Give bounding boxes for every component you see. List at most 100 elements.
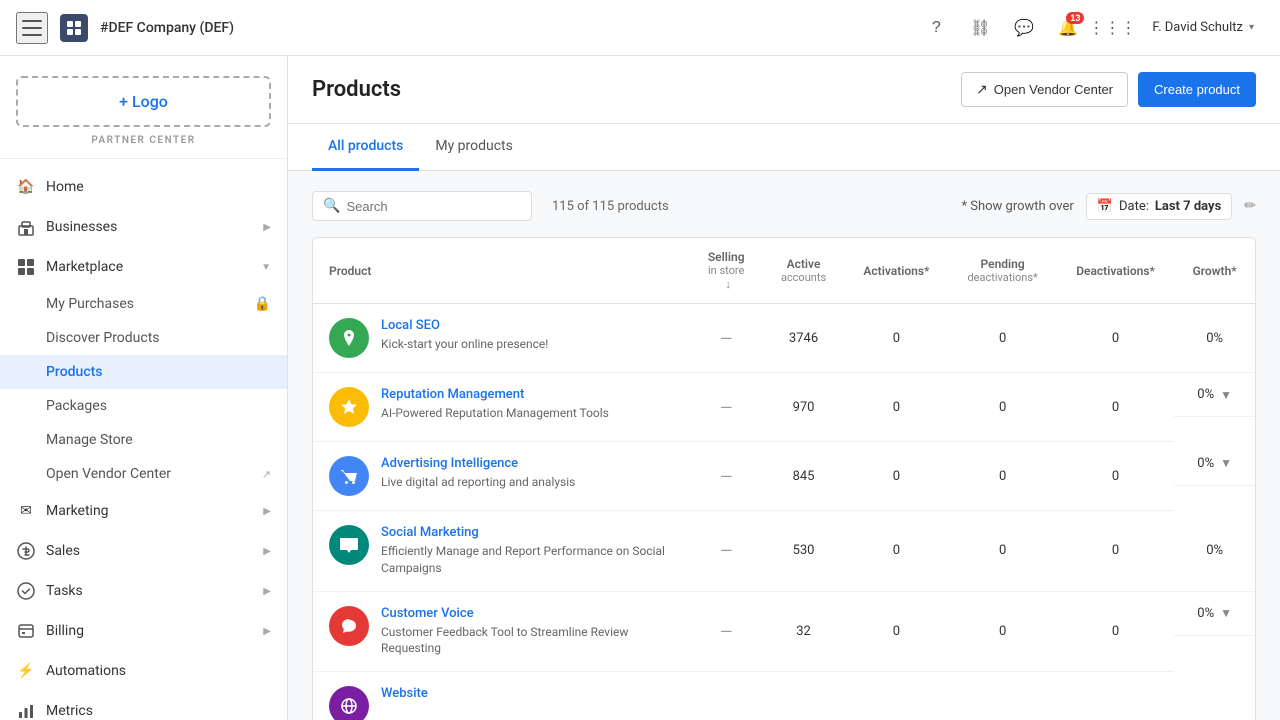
product-name-local-seo[interactable]: Local SEO: [381, 318, 548, 333]
app-logo-icon: [60, 14, 88, 42]
sidebar-item-marketplace[interactable]: Marketplace ▼: [0, 247, 287, 287]
search-input[interactable]: [346, 199, 521, 214]
product-name-customer-voice[interactable]: Customer Voice: [381, 606, 674, 621]
lock-icon: 🔒: [254, 296, 271, 312]
sidebar: + Logo PARTNER CENTER 🏠 Home Businesses …: [0, 56, 288, 720]
col-growth: Growth*: [1174, 238, 1255, 304]
expand-icon[interactable]: ▼: [1220, 456, 1232, 470]
sidebar-item-sales[interactable]: Sales ▶: [0, 531, 287, 571]
activations-website: [844, 672, 948, 720]
product-icon-customer-voice: [329, 606, 369, 646]
product-name-reputation[interactable]: Reputation Management: [381, 387, 609, 402]
topbar-icons: ? ⛓ 💬 🔔 13 ⋮⋮⋮: [918, 10, 1130, 46]
topbar: #DEF Company (DEF) ? ⛓ 💬 🔔 13 ⋮⋮⋮ F. Dav…: [0, 0, 1280, 56]
sidebar-item-metrics[interactable]: Metrics: [0, 691, 287, 720]
user-name: F. David Schultz: [1152, 20, 1243, 35]
sidebar-item-packages[interactable]: Packages: [0, 389, 287, 423]
product-count: 115 of 115 products: [552, 199, 669, 214]
deactivations-advertising: 0: [1057, 442, 1174, 511]
product-name-website[interactable]: Website: [381, 686, 428, 701]
external-link-icon: ↗: [262, 468, 271, 481]
open-vendor-center-label: Open Vendor Center: [46, 466, 171, 482]
expand-icon[interactable]: ▼: [1220, 388, 1232, 402]
create-product-button[interactable]: Create product: [1138, 72, 1256, 107]
sidebar-label-sales: Sales: [46, 543, 253, 559]
user-menu[interactable]: F. David Schultz ▾: [1142, 14, 1264, 41]
product-icon-reputation: [329, 387, 369, 427]
apps-button[interactable]: ⋮⋮⋮: [1094, 10, 1130, 46]
deactivations-social: 0: [1057, 511, 1174, 592]
link-button[interactable]: ⛓: [962, 10, 998, 46]
businesses-arrow-icon: ▶: [263, 222, 271, 233]
growth-local-seo: 0%: [1174, 304, 1255, 373]
product-name-advertising[interactable]: Advertising Intelligence: [381, 456, 575, 471]
page-title: Products: [312, 77, 401, 102]
date-filter-button[interactable]: 📅 Date: Last 7 days: [1086, 193, 1232, 220]
products-table: Product Selling in store ↓: [313, 238, 1255, 720]
edit-icon[interactable]: ✏: [1244, 198, 1256, 214]
active-accounts-local-seo: 3746: [763, 304, 845, 373]
marketing-arrow-icon: ▶: [263, 506, 271, 517]
expand-icon[interactable]: ▼: [1220, 606, 1232, 620]
tab-all-products[interactable]: All products: [312, 124, 419, 171]
deactivations-local-seo: 0: [1057, 304, 1174, 373]
sidebar-item-automations[interactable]: ⚡ Automations: [0, 651, 287, 691]
tab-my-products[interactable]: My products: [419, 124, 529, 171]
sidebar-item-marketing[interactable]: ✉ Marketing ▶: [0, 491, 287, 531]
table-row: Advertising Intelligence Live digital ad…: [313, 442, 1255, 511]
product-name-social[interactable]: Social Marketing: [381, 525, 674, 540]
sidebar-item-tasks[interactable]: Tasks ▶: [0, 571, 287, 611]
sidebar-label-home: Home: [46, 179, 271, 195]
layout: + Logo PARTNER CENTER 🏠 Home Businesses …: [0, 56, 1280, 720]
sidebar-item-home[interactable]: 🏠 Home: [0, 167, 287, 207]
notification-button[interactable]: 🔔 13: [1050, 10, 1086, 46]
activations-customer-voice: 0: [844, 591, 948, 672]
sidebar-label-marketplace: Marketplace: [46, 259, 251, 275]
notification-badge: 13: [1066, 12, 1084, 24]
sidebar-item-products[interactable]: Products: [0, 355, 287, 389]
product-desc-reputation: AI-Powered Reputation Management Tools: [381, 406, 609, 420]
activations-social: 0: [844, 511, 948, 592]
active-accounts-social: 530: [763, 511, 845, 592]
sidebar-item-open-vendor-center[interactable]: Open Vendor Center ↗: [0, 457, 287, 491]
col-accounts-label: accounts: [779, 271, 829, 284]
sort-icon[interactable]: ↓: [725, 277, 731, 291]
growth-advertising: 0% ▼: [1174, 442, 1255, 486]
content-area: 🔍 115 of 115 products * Show growth over…: [288, 171, 1280, 720]
growth-customer-voice: 0% ▼: [1174, 592, 1255, 636]
apps-icon: ⋮⋮⋮: [1088, 18, 1136, 38]
sidebar-item-discover-products[interactable]: Discover Products: [0, 321, 287, 355]
active-accounts-website: [763, 672, 845, 720]
hamburger-button[interactable]: [16, 12, 48, 44]
tabs: All products My products: [288, 124, 1280, 171]
pending-local-seo: 0: [948, 304, 1057, 373]
product-icon-advertising: [329, 456, 369, 496]
help-button[interactable]: ?: [918, 10, 954, 46]
col-activations: Activations*: [844, 238, 948, 304]
selling-reputation: —: [690, 373, 763, 442]
sidebar-item-billing[interactable]: Billing ▶: [0, 611, 287, 651]
activations-advertising: 0: [844, 442, 948, 511]
link-icon: ⛓: [970, 18, 990, 38]
col-deactivations-label: Deactivations*: [1076, 264, 1155, 278]
sidebar-item-businesses[interactable]: Businesses ▶: [0, 207, 287, 247]
col-growth-label: Growth*: [1193, 264, 1237, 278]
billing-icon: [16, 621, 36, 641]
marketplace-arrow-icon: ▼: [261, 262, 271, 273]
marketplace-icon: [16, 257, 36, 277]
sidebar-item-manage-store[interactable]: Manage Store: [0, 423, 287, 457]
col-active-label: Active: [779, 257, 829, 271]
chat-button[interactable]: 💬: [1006, 10, 1042, 46]
col-pending-deactivations: Pending deactivations*: [948, 238, 1057, 304]
sidebar-logo-area: + Logo PARTNER CENTER: [0, 56, 287, 159]
chevron-down-icon: ▾: [1249, 22, 1254, 33]
sidebar-item-my-purchases[interactable]: My Purchases 🔒: [0, 287, 287, 321]
sidebar-label-tasks: Tasks: [46, 583, 253, 599]
selling-social: —: [690, 511, 763, 592]
table-body: Local SEO Kick-start your online presenc…: [313, 304, 1255, 720]
billing-arrow-icon: ▶: [263, 626, 271, 637]
logo-button[interactable]: + Logo: [16, 76, 271, 127]
sidebar-label-automations: Automations: [46, 663, 271, 679]
open-vendor-center-button[interactable]: ↗ Open Vendor Center: [961, 72, 1128, 107]
sidebar-label-metrics: Metrics: [46, 703, 271, 719]
